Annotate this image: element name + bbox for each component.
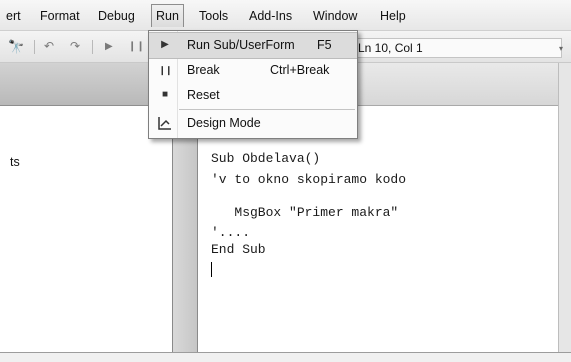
stop-icon: ■ [161, 89, 169, 100]
run-icon[interactable]: ▶ [105, 41, 113, 52]
menu-item-label: Run Sub/UserForm [187, 38, 295, 52]
menu-item-label: Reset [187, 88, 220, 102]
menu-item-run-sub-userform[interactable]: ▶ Run Sub/UserForm F5 [149, 32, 357, 59]
code-editor[interactable]: Sub Obdelava() 'v to okno skopiramo kodo… [198, 106, 558, 361]
play-icon: ▶ [161, 39, 169, 50]
code-line: Sub Obdelava() [211, 151, 321, 166]
vertical-scrollbar[interactable] [558, 63, 571, 361]
menu-item-design-mode[interactable]: Design Mode [149, 111, 357, 136]
code-line: 'v to okno skopiramo kodo [211, 172, 407, 187]
menu-add-ins[interactable]: Add-Ins [249, 7, 292, 25]
menu-item-reset[interactable]: ■ Reset [149, 83, 357, 108]
code-line: MsgBox "Primer makra" [211, 205, 399, 220]
project-tree-item[interactable]: ts [10, 155, 20, 169]
menu-item-label: Break [187, 63, 220, 77]
menu-window[interactable]: Window [313, 7, 357, 25]
menu-help[interactable]: Help [380, 7, 406, 25]
menu-item-label: Design Mode [187, 116, 261, 130]
text-caret [211, 262, 212, 277]
menu-run[interactable]: Run [151, 4, 184, 27]
break-icon[interactable]: ❙❙ [128, 41, 145, 52]
run-menu-dropdown: ▶ Run Sub/UserForm F5 ❙❙ Break Ctrl+Brea… [148, 30, 358, 139]
toolbar-separator [92, 40, 93, 54]
code-line: '.... [211, 225, 251, 240]
toolbar-options-icon[interactable]: ▾ [559, 44, 563, 53]
menu-debug[interactable]: Debug [98, 7, 135, 25]
redo-icon[interactable]: ↷ [70, 39, 80, 53]
menu-insert[interactable]: ert [6, 7, 21, 25]
toolbar-separator [34, 40, 35, 54]
code-line: End Sub [211, 242, 266, 257]
undo-icon[interactable]: ↶ [44, 39, 54, 53]
cursor-position-field: Ln 10, Col 1 [354, 38, 562, 58]
menu-bar: ert Format Debug Run Tools Add-Ins Windo… [0, 0, 571, 31]
pause-icon: ❙❙ [158, 65, 172, 75]
vba-editor-window: ert Format Debug Run Tools Add-Ins Windo… [0, 0, 571, 362]
menu-item-break[interactable]: ❙❙ Break Ctrl+Break [149, 58, 357, 83]
menu-tools[interactable]: Tools [199, 7, 228, 25]
design-mode-icon [157, 115, 173, 131]
find-icon[interactable]: 🔭 [8, 39, 24, 55]
menu-format[interactable]: Format [40, 7, 80, 25]
menu-item-shortcut: Ctrl+Break [270, 63, 330, 77]
project-explorer-header [0, 63, 172, 106]
menu-separator [179, 109, 355, 110]
menu-item-shortcut: F5 [317, 38, 332, 52]
